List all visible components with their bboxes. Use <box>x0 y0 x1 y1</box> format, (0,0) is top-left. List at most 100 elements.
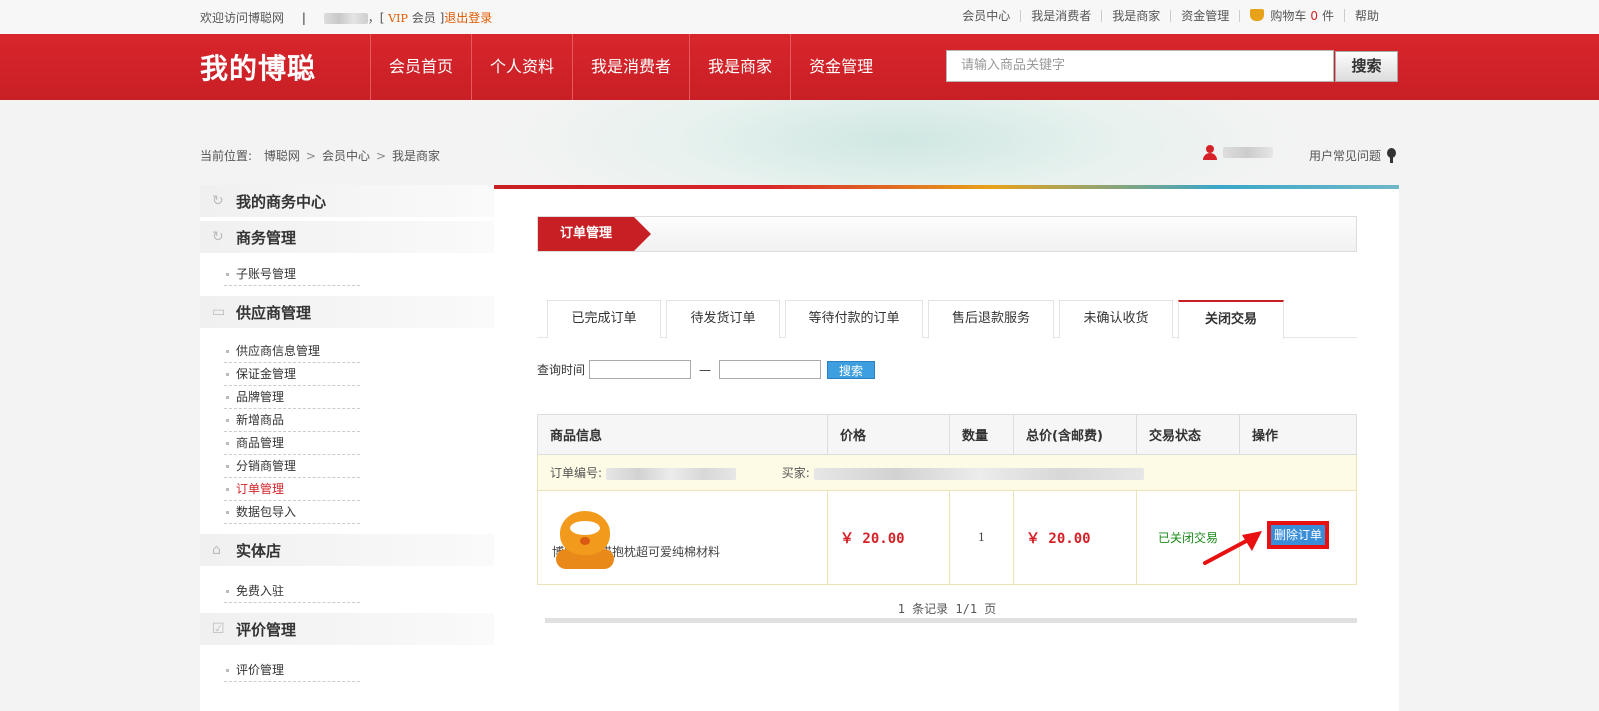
check-icon: ☑ <box>212 621 225 637</box>
bracket-open: ，[ <box>367 11 385 25</box>
sidebar-list: 免费入驻 <box>200 566 494 613</box>
nav-merchant[interactable]: 我是商家 <box>689 34 790 100</box>
pagination-bar <box>545 618 1357 623</box>
nav-consumer[interactable]: 我是消费者 <box>572 34 689 100</box>
tab-closed[interactable]: 关闭交易 <box>1178 300 1284 339</box>
sidebar-item-sub-account[interactable]: 子账号管理 <box>224 263 360 286</box>
table-header-row: 商品信息 价格 数量 总价(含邮费) 交易状态 操作 <box>537 414 1357 455</box>
product-cell: 博聪加菲猫抱枕超可爱纯棉材料 <box>537 490 828 585</box>
sidebar-item-brand[interactable]: 品牌管理 <box>224 386 360 409</box>
user-info[interactable] <box>1203 145 1273 160</box>
pagination-text: 1 条记录 1/1 页 <box>897 602 997 616</box>
sidebar-section-supplier[interactable]: ▭ 供应商管理 <box>200 296 494 328</box>
tab-unconfirmed-receipt[interactable]: 未确认收货 <box>1059 300 1173 338</box>
toplink-funds[interactable]: 资金管理 <box>1171 9 1241 22</box>
sidebar-item-data-import[interactable]: 数据包导入 <box>224 501 360 524</box>
toplink-merchant[interactable]: 我是商家 <box>1102 9 1172 22</box>
col-status: 交易状态 <box>1136 414 1240 455</box>
sidebar-section-business-management[interactable]: ↻ 商务管理 <box>200 221 494 253</box>
col-total: 总价(含邮费) <box>1013 414 1137 455</box>
sidebar-item-add-product[interactable]: 新增商品 <box>224 409 360 432</box>
faq-label: 用户常见问题 <box>1309 149 1382 163</box>
section-title: 我的商务中心 <box>236 192 327 211</box>
sidebar-item-deposit[interactable]: 保证金管理 <box>224 363 360 386</box>
buyer-blurred <box>813 467 1144 480</box>
col-price: 价格 <box>827 414 950 455</box>
sidebar-item-reviews[interactable]: 评价管理 <box>224 659 360 682</box>
faq-link[interactable]: 用户常见问题 <box>1309 147 1397 164</box>
order-tabs: 已完成订单 待发货订单 等待付款的订单 售后退款服务 未确认收货 关闭交易 <box>537 300 1357 339</box>
col-action: 操作 <box>1239 414 1357 455</box>
member-label: 会员 <box>411 11 436 25</box>
cart-link[interactable]: 购物车 0 件 <box>1240 9 1345 22</box>
query-label: 查询时间 <box>537 363 586 377</box>
sidebar-section-reviews[interactable]: ☑ 评价管理 <box>200 613 494 645</box>
sidebar-item-free-join[interactable]: 免费入驻 <box>224 580 360 603</box>
top-links: 会员中心 我是消费者 我是商家 资金管理 购物车 0 件 帮助 <box>952 9 1389 22</box>
product-image[interactable] <box>552 505 618 571</box>
tab-pending-shipment[interactable]: 待发货订单 <box>666 300 780 338</box>
banner-background <box>0 100 1599 186</box>
tab-completed[interactable]: 已完成订单 <box>547 300 661 338</box>
start-date-input[interactable] <box>589 360 692 379</box>
refresh-icon: ↻ <box>212 229 224 245</box>
buyer-label: 买家: <box>781 466 810 480</box>
breadcrumb-home[interactable]: 博聪网 <box>264 149 300 163</box>
annotation-arrow-icon <box>1203 531 1262 565</box>
order-info: 订单编号: 买家: <box>537 454 1357 491</box>
site-logo[interactable]: 我的博聪 <box>200 47 316 87</box>
toplink-member-center[interactable]: 会员中心 <box>952 9 1022 22</box>
order-table: 商品信息 价格 数量 总价(含邮费) 交易状态 操作 订单编号: 买家: 博聪加… <box>537 414 1357 585</box>
tab-refund-service[interactable]: 售后退款服务 <box>928 300 1054 338</box>
breadcrumb: 当前位置: 博聪网 > 会员中心 > 我是商家 <box>200 147 440 164</box>
nav-funds[interactable]: 资金管理 <box>790 34 891 100</box>
lightbulb-icon <box>1387 148 1397 163</box>
nav-member-home[interactable]: 会员首页 <box>370 34 471 100</box>
sidebar-section-business-center[interactable]: ↻ 我的商务中心 <box>200 185 494 217</box>
help-link[interactable]: 帮助 <box>1345 10 1389 22</box>
total-cell: ￥ 20.00 <box>1013 490 1137 585</box>
date-separator: — <box>699 362 712 377</box>
page-title: 订单管理 <box>538 217 651 251</box>
sidebar-item-distributor[interactable]: 分销商管理 <box>224 455 360 478</box>
sidebar-item-supplier-info[interactable]: 供应商信息管理 <box>224 340 360 363</box>
order-no-blurred <box>605 467 736 480</box>
cart-count: 0 <box>1310 9 1318 23</box>
col-quantity: 数量 <box>949 414 1014 455</box>
color-stripe <box>494 185 1399 189</box>
main-nav: 会员首页 个人资料 我是消费者 我是商家 资金管理 <box>370 34 891 100</box>
breadcrumb-merchant: 我是商家 <box>392 149 441 163</box>
username-blurred <box>1223 147 1273 158</box>
store-icon: ⌂ <box>212 542 221 558</box>
action-cell: 删除订单 <box>1203 490 1357 585</box>
tab-awaiting-payment[interactable]: 等待付款的订单 <box>785 300 923 338</box>
nav-profile[interactable]: 个人资料 <box>471 34 572 100</box>
search-input[interactable]: 请输入商品关键字 <box>946 50 1334 82</box>
refresh-icon: ↻ <box>212 193 224 209</box>
end-date-input[interactable] <box>719 360 822 379</box>
garfield-face <box>560 510 610 555</box>
cart-icon <box>1250 9 1265 21</box>
query-search-button[interactable]: 搜索 <box>827 360 876 379</box>
cart-unit: 件 <box>1321 9 1334 23</box>
section-title: 评价管理 <box>236 620 297 639</box>
sidebar-item-product[interactable]: 商品管理 <box>224 432 360 455</box>
sidebar-item-orders[interactable]: 订单管理 <box>224 478 360 501</box>
logout-link[interactable]: 退出登录 <box>444 11 492 25</box>
sidebar-list: 评价管理 <box>200 645 494 692</box>
order-no-label: 订单编号: <box>550 466 603 480</box>
section-title: 实体店 <box>236 541 282 560</box>
vip-label: VIP <box>388 12 408 25</box>
delete-order-button[interactable]: 删除订单 <box>1266 520 1329 549</box>
breadcrumb-member-center[interactable]: 会员中心 <box>322 149 370 163</box>
order-info-row: 订单编号: 买家: <box>537 454 1357 491</box>
toplink-consumer[interactable]: 我是消费者 <box>1021 9 1103 22</box>
search-button[interactable]: 搜索 <box>1335 51 1398 82</box>
sidebar-section-store[interactable]: ⌂ 实体店 <box>200 534 494 566</box>
section-title: 供应商管理 <box>236 303 312 322</box>
welcome-area: 欢迎访问博聪网 | ，[ VIP 会员 ]退出登录 <box>200 9 492 26</box>
user-icon <box>1203 145 1217 160</box>
quantity-cell: 1 <box>949 490 1014 585</box>
top-bar: 欢迎访问博聪网 | ，[ VIP 会员 ]退出登录 会员中心 我是消费者 我是商… <box>0 0 1599 34</box>
cart-label: 购物车 <box>1270 9 1307 23</box>
